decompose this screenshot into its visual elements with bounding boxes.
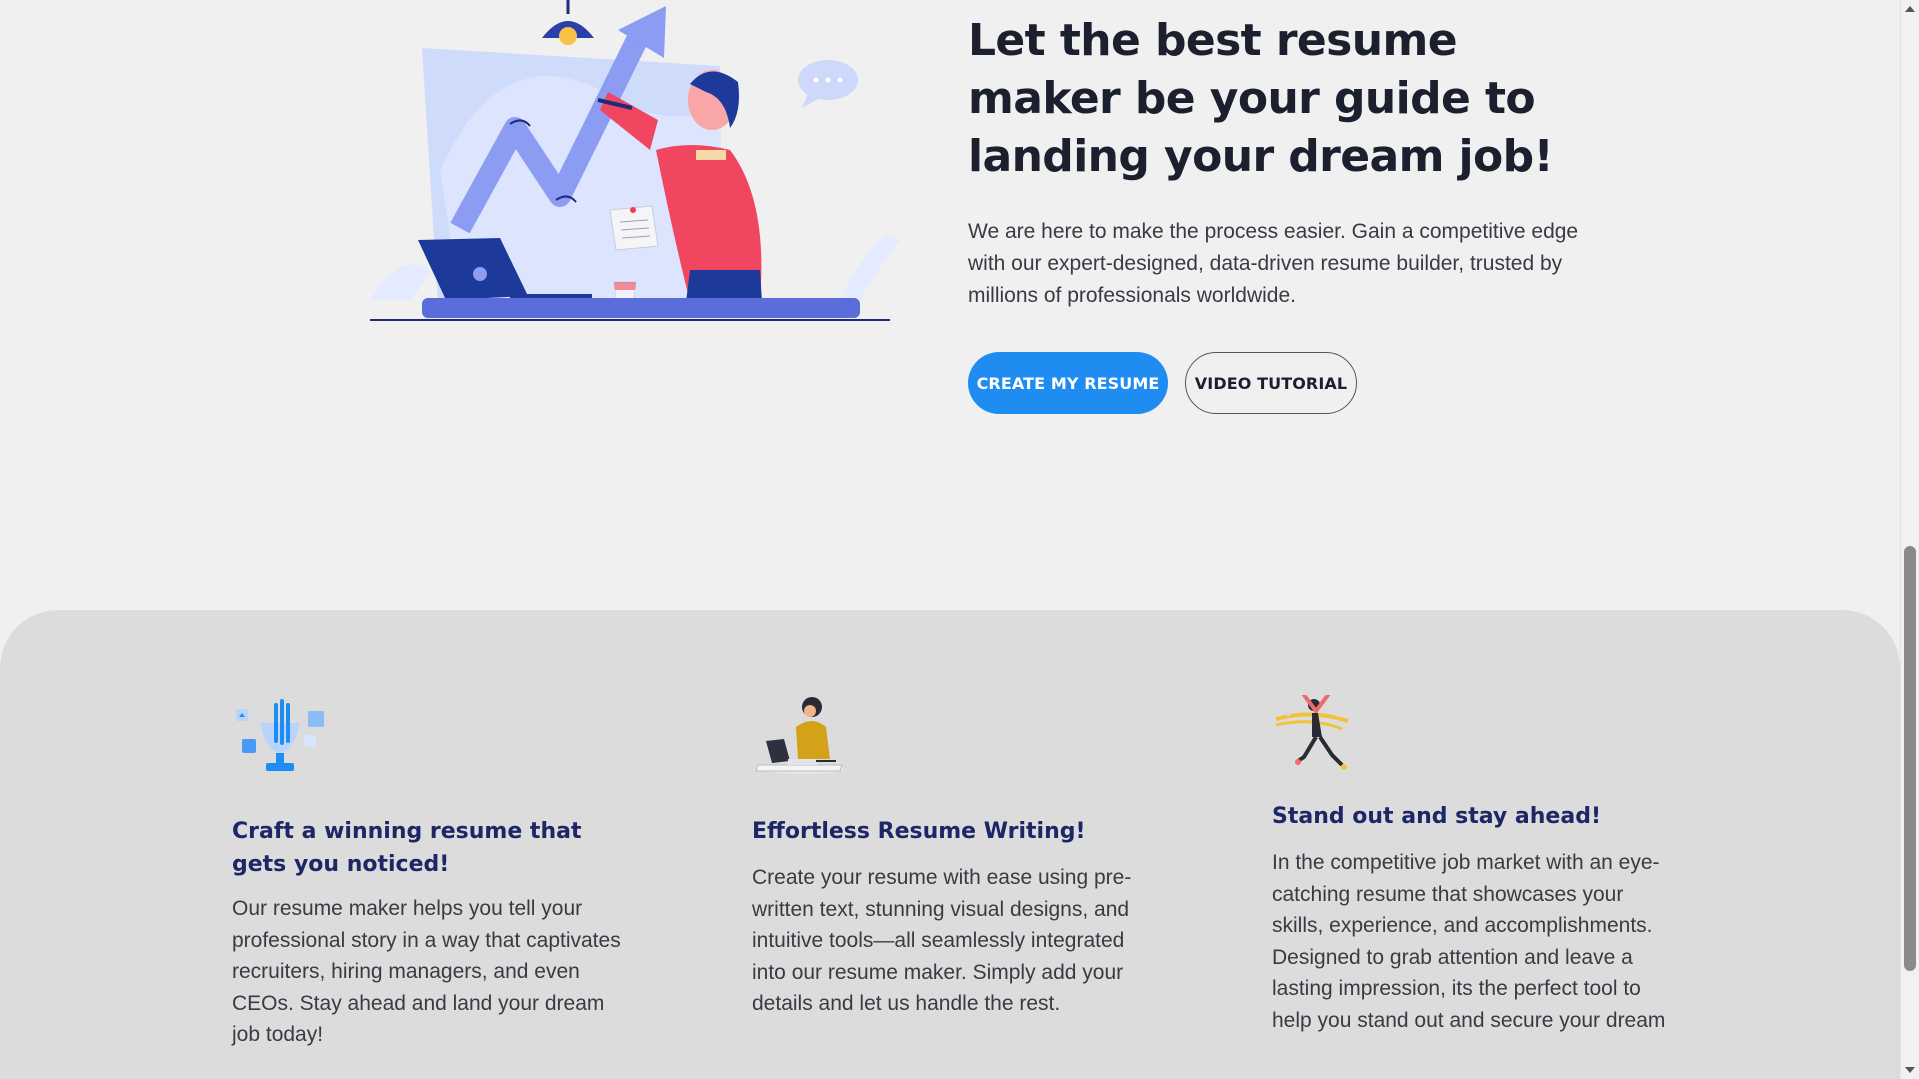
page-scrollbar[interactable] — [1900, 0, 1919, 1079]
scroll-down-arrow-icon[interactable] — [1905, 1067, 1915, 1073]
sticky-note-icon — [609, 205, 659, 251]
feature-text: Our resume maker helps you tell your pro… — [232, 897, 621, 1046]
hero-title: Let the best resume maker be your guide … — [968, 15, 1554, 182]
feature-card: Effortless Resume Writing! Create your r… — [752, 695, 1152, 1020]
video-tutorial-button[interactable]: VIDEO TUTORIAL — [1185, 352, 1357, 414]
runner-finish-line-icon — [1275, 695, 1349, 770]
feature-title: Craft a winning resume that gets you not… — [232, 819, 582, 877]
feature-title: Stand out and stay ahead! — [1272, 804, 1601, 829]
hero-buttons: CREATE MY RESUME VIDEO TUTORIAL — [968, 352, 1608, 414]
hero-section: Let the best resume maker be your guide … — [968, 12, 1608, 414]
scrollbar-thumb[interactable] — [1904, 546, 1916, 971]
feature-text: In the competitive job market with an ey… — [1272, 851, 1666, 1032]
hero-illustration — [370, 0, 900, 321]
hanging-lamp-icon — [542, 0, 594, 45]
scroll-up-arrow-icon[interactable] — [1905, 6, 1915, 12]
coffee-cup-icon — [613, 281, 637, 301]
features-section: Craft a winning resume that gets you not… — [0, 610, 1900, 1079]
page: Let the best resume maker be your guide … — [0, 0, 1900, 1079]
hero-description: We are here to make the process easier. … — [968, 220, 1579, 307]
trophy-icon — [236, 699, 324, 771]
person-typing-icon — [755, 697, 844, 774]
feature-card: Stand out and stay ahead! In the competi… — [1272, 695, 1672, 1036]
speech-bubble-icon — [798, 60, 858, 108]
create-my-resume-button[interactable]: CREATE MY RESUME — [968, 352, 1168, 414]
feature-text: Create your resume with ease using pre-w… — [752, 866, 1132, 1015]
feature-card: Craft a winning resume that gets you not… — [232, 695, 632, 1051]
feature-title: Effortless Resume Writing! — [752, 819, 1086, 844]
